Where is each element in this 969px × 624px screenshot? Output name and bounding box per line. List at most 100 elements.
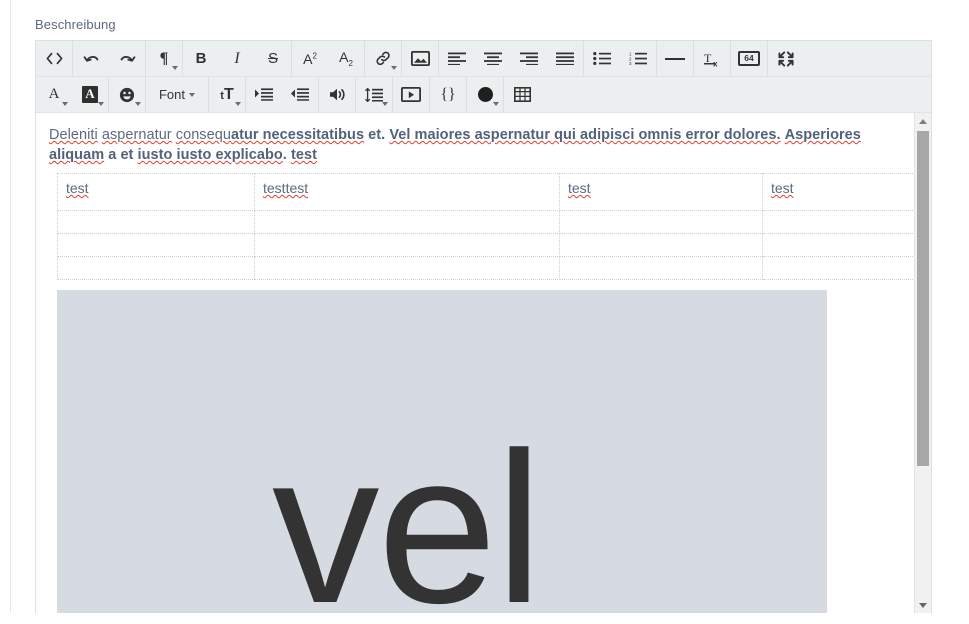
base64-label: 64 xyxy=(738,50,760,67)
undo-icon[interactable] xyxy=(73,41,109,76)
font-family-dropdown[interactable]: Font xyxy=(146,77,208,112)
table-cell[interactable]: test xyxy=(559,173,763,211)
code-view-icon[interactable] xyxy=(36,41,72,76)
editor-content-area[interactable]: Deleniti aspernatur consequatur necessit… xyxy=(36,113,931,613)
undo-glyph xyxy=(83,55,98,62)
triangle-up-icon xyxy=(919,118,927,124)
table-cell[interactable] xyxy=(762,210,914,234)
toolbar-group-colors: A A xyxy=(36,77,109,112)
chevron-down-icon xyxy=(235,102,241,106)
insert-table-icon[interactable] xyxy=(504,77,540,112)
table-cell[interactable]: testtest xyxy=(254,173,560,211)
text-color-icon[interactable]: A xyxy=(36,77,72,112)
toolbar-group-history xyxy=(73,41,146,76)
subscript-icon[interactable]: A2 xyxy=(328,41,364,76)
align-left-glyph xyxy=(448,52,466,65)
strikethrough-icon[interactable]: S xyxy=(255,41,291,76)
table-cell[interactable] xyxy=(559,256,763,280)
italic-icon[interactable]: I xyxy=(219,41,255,76)
redo-icon[interactable] xyxy=(109,41,145,76)
ordered-list-icon[interactable]: 1 2 3 xyxy=(620,41,656,76)
scroll-up-button[interactable] xyxy=(915,113,931,129)
table-cell[interactable] xyxy=(254,233,560,257)
indent-decrease-icon[interactable] xyxy=(282,77,318,112)
scrollbar-thumb[interactable] xyxy=(917,131,929,466)
smiley-glyph xyxy=(119,87,135,102)
toolbar-group-fullscreen xyxy=(768,41,804,76)
content-table[interactable]: test testtest test test xyxy=(57,173,914,280)
chevron-down-icon xyxy=(189,93,195,97)
toolbar-group-inline-style: B I S xyxy=(183,41,292,76)
toolbar-group-shape-color xyxy=(467,77,504,112)
paragraph-format-icon[interactable]: ¶ xyxy=(146,41,182,76)
toolbar-group-table xyxy=(504,77,540,112)
insert-image-icon[interactable] xyxy=(402,41,438,76)
table-glyph xyxy=(513,87,531,102)
chevron-down-icon xyxy=(493,102,499,106)
emoticon-icon[interactable] xyxy=(109,77,145,112)
toolbar-group-alignment xyxy=(439,41,584,76)
unordered-list-icon[interactable] xyxy=(584,41,620,76)
shape-color-icon[interactable] xyxy=(467,77,503,112)
table-cell[interactable] xyxy=(57,256,255,280)
base64-icon[interactable]: 64 xyxy=(731,41,767,76)
table-cell[interactable]: test xyxy=(57,173,255,211)
indent-increase-icon[interactable] xyxy=(246,77,282,112)
superscript-icon[interactable]: A2 xyxy=(292,41,328,76)
toolbar-group-video xyxy=(393,77,430,112)
bold-run-8: test xyxy=(290,147,317,163)
chevron-down-icon xyxy=(135,102,141,106)
table-row[interactable] xyxy=(57,256,914,280)
word-aspernatur: aspernatur xyxy=(101,127,172,143)
page-root: Beschreibung ¶ B I S A2 A2 1 2 3 T x 64 … xyxy=(0,0,969,624)
line-height-glyph xyxy=(365,87,383,102)
table-cell[interactable] xyxy=(57,210,255,234)
table-row[interactable]: test testtest test test xyxy=(57,173,914,211)
link-icon[interactable] xyxy=(365,41,401,76)
scroll-down-button[interactable] xyxy=(915,597,931,613)
table-cell[interactable]: test xyxy=(762,173,914,211)
table-cell[interactable] xyxy=(254,210,560,234)
table-row[interactable] xyxy=(57,210,914,234)
table-cell[interactable] xyxy=(762,233,914,257)
table-cell[interactable] xyxy=(254,256,560,280)
rich-text-editor[interactable]: ¶ B I S A2 A2 1 2 3 T x 64 A A Font tT {… xyxy=(35,40,932,614)
toolbar-group-base64: 64 xyxy=(731,41,768,76)
editor-scrollbar[interactable] xyxy=(914,113,931,613)
insert-code-icon[interactable]: {} xyxy=(430,77,466,112)
toolbar-group-lists: 1 2 3 xyxy=(584,41,657,76)
clear-formatting-icon[interactable]: T x xyxy=(694,41,730,76)
horizontal-rule-icon[interactable] xyxy=(657,41,693,76)
align-right-icon[interactable] xyxy=(511,41,547,76)
filled-circle-glyph xyxy=(477,87,493,102)
svg-text:T: T xyxy=(704,51,712,65)
table-cell[interactable] xyxy=(57,233,255,257)
bold-icon[interactable]: B xyxy=(183,41,219,76)
bold-run-3: Vel maiores aspernatur qui adipisci omni… xyxy=(389,127,781,143)
table-cell[interactable] xyxy=(762,256,914,280)
code-view-glyph xyxy=(46,52,62,65)
toolbar-group-font-family: Font xyxy=(146,77,209,112)
toolbar-group-code: {} xyxy=(430,77,467,112)
table-cell[interactable] xyxy=(559,233,763,257)
cell-text: test xyxy=(568,180,591,196)
link-glyph xyxy=(375,51,390,66)
indent-glyph xyxy=(255,88,273,101)
fullscreen-glyph xyxy=(778,50,794,67)
insert-audio-icon[interactable] xyxy=(319,77,355,112)
align-center-icon[interactable] xyxy=(475,41,511,76)
editor-document[interactable]: Deleniti aspernatur consequatur necessit… xyxy=(36,113,914,613)
numbered-list-glyph: 1 2 3 xyxy=(629,52,647,65)
bold-run-6: iusto iusto explicabo xyxy=(137,147,283,163)
align-left-icon[interactable] xyxy=(439,41,475,76)
line-height-icon[interactable] xyxy=(356,77,392,112)
font-size-icon[interactable]: tT xyxy=(209,77,245,112)
table-row[interactable] xyxy=(57,233,914,257)
align-justify-icon[interactable] xyxy=(547,41,583,76)
fullscreen-icon[interactable] xyxy=(768,41,804,76)
table-cell[interactable] xyxy=(559,210,763,234)
background-color-icon[interactable]: A xyxy=(72,77,108,112)
word-deleniti: Deleniti xyxy=(49,127,98,143)
insert-video-icon[interactable] xyxy=(393,77,429,112)
embedded-image-placeholder[interactable]: vel xyxy=(57,290,827,613)
